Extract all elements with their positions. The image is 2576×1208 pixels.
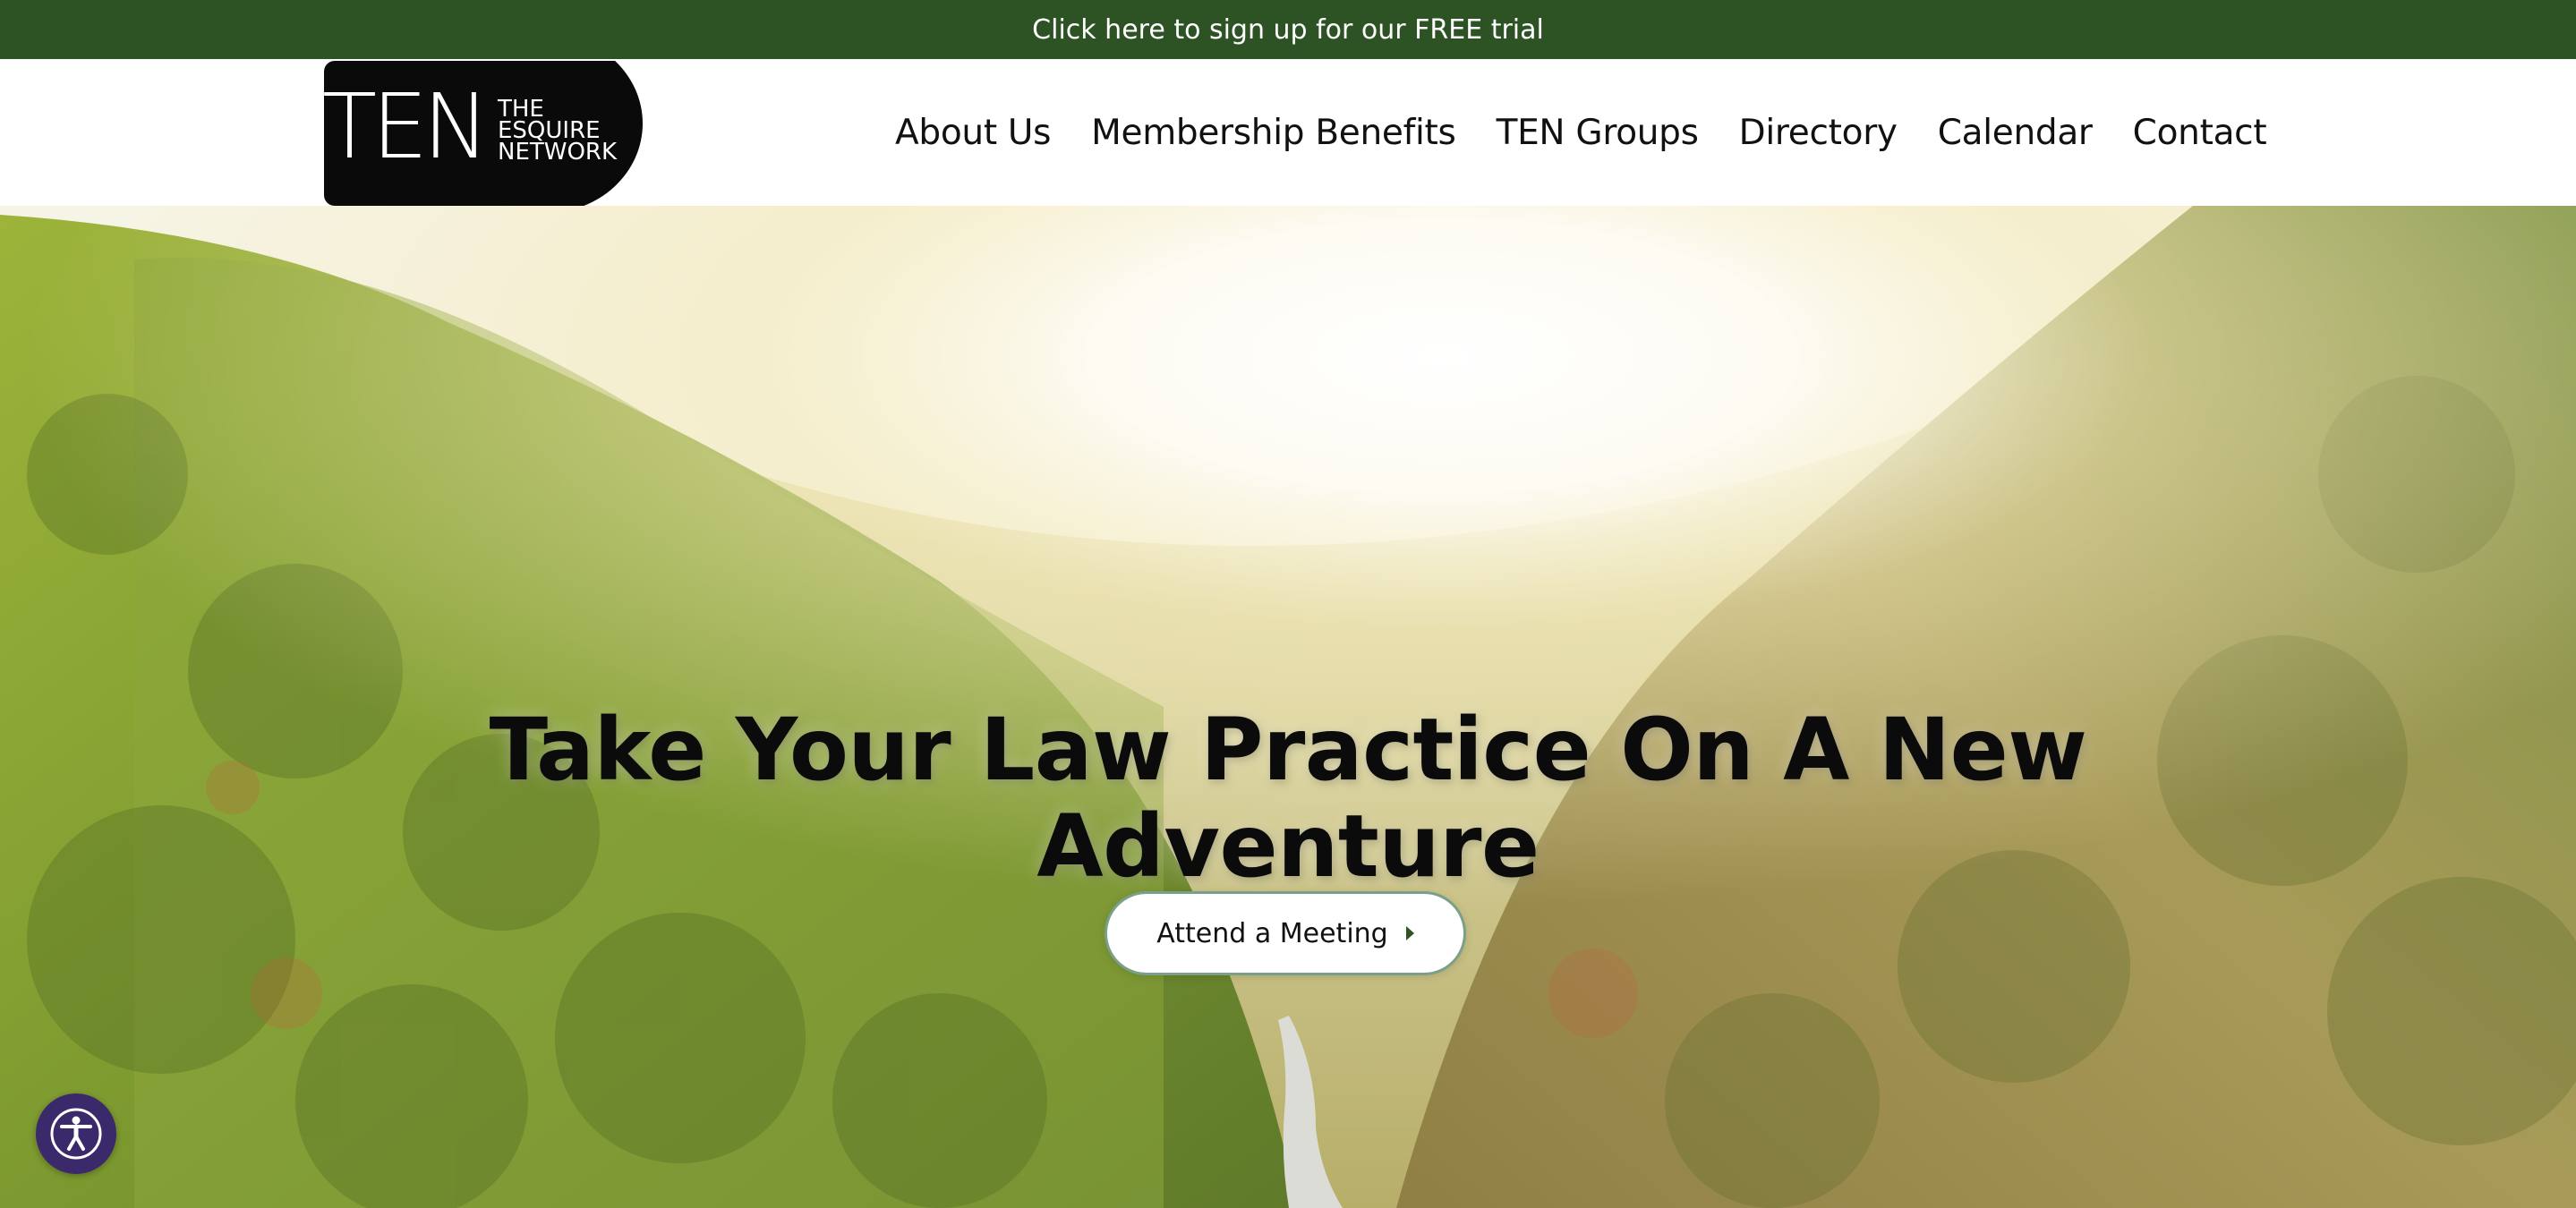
free-trial-banner-text[interactable]: Click here to sign up for our FREE trial [1032, 14, 1544, 46]
attend-meeting-button[interactable]: Attend a Meeting [1105, 891, 1466, 975]
accessibility-icon [50, 1108, 102, 1160]
svg-text:TEN: TEN [322, 74, 484, 179]
ten-logo-icon: TEN THE ESQUIRE NETWORK [322, 34, 643, 213]
hero-section: Take Your Law Practice On A New Adventur… [0, 206, 2576, 1208]
caret-right-icon [1405, 926, 1414, 940]
free-trial-banner[interactable]: Click here to sign up for our FREE trial [0, 0, 2576, 59]
nav-calendar[interactable]: Calendar [1938, 113, 2093, 153]
site-header: TEN THE ESQUIRE NETWORK About Us Members… [0, 34, 2576, 213]
accessibility-button[interactable] [36, 1093, 116, 1174]
attend-meeting-label: Attend a Meeting [1156, 917, 1388, 949]
svg-text:NETWORK: NETWORK [498, 139, 618, 166]
main-nav: About Us Membership Benefits TEN Groups … [895, 59, 2267, 206]
hero-title: Take Your Law Practice On A New Adventur… [489, 700, 2087, 897]
page: Click here to sign up for our FREE trial… [0, 0, 2576, 1208]
site-logo[interactable]: TEN THE ESQUIRE NETWORK [322, 34, 643, 213]
nav-contact[interactable]: Contact [2133, 113, 2267, 153]
nav-about-us[interactable]: About Us [895, 113, 1051, 153]
nav-directory[interactable]: Directory [1739, 113, 1898, 153]
nav-ten-groups[interactable]: TEN Groups [1497, 113, 1699, 153]
nav-membership-benefits[interactable]: Membership Benefits [1091, 113, 1456, 153]
